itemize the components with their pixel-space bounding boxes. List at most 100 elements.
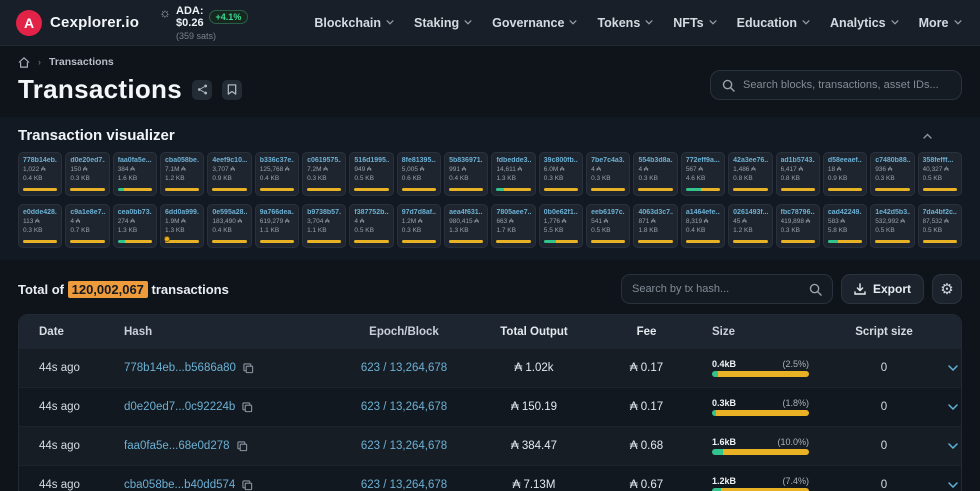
header-script-size[interactable]: Script size bbox=[824, 326, 944, 338]
tx-card[interactable]: cea0bb73... 274 ₳ 1.3 KB bbox=[113, 204, 157, 248]
tx-card[interactable]: c9a1e8e7... 4 ₳ 0.7 KB bbox=[65, 204, 109, 248]
tx-card[interactable]: 778b14eb... 1,022 ₳ 0.4 KB bbox=[18, 152, 62, 196]
tx-card[interactable]: b336c37e... 125,768 ₳ 0.4 KB bbox=[255, 152, 299, 196]
tx-card-size: 0.4 KB bbox=[260, 175, 294, 182]
export-button[interactable]: Export bbox=[841, 274, 924, 304]
header-epoch-block[interactable]: Epoch/Block bbox=[339, 326, 469, 338]
tx-card[interactable]: 42a3ee76... 1,486 ₳ 0.8 KB bbox=[728, 152, 772, 196]
tx-card[interactable]: b9738b57... 3,704 ₳ 1.1 KB bbox=[302, 204, 346, 248]
tx-card[interactable]: eeb6197c... 541 ₳ 0.5 KB bbox=[586, 204, 630, 248]
tx-card-token-dot-icon bbox=[164, 236, 170, 242]
tx-card[interactable]: 7805aee7... 663 ₳ 1.7 KB bbox=[491, 204, 535, 248]
tx-card-hash: aea4f631... bbox=[449, 209, 483, 216]
nav-menu-item[interactable]: Governance bbox=[484, 10, 585, 36]
epoch-block-link[interactable]: 623 / 13,264,678 bbox=[361, 440, 447, 452]
tx-card[interactable]: cba058be... 7.1M ₳ 1.2 KB bbox=[160, 152, 204, 196]
ada-price-widget[interactable]: ☼ ADA: $0.26 +4.1% (359 sats) bbox=[159, 5, 248, 41]
global-search-input[interactable] bbox=[743, 79, 950, 91]
tx-card[interactable]: 39c800fb... 6.0M ₳ 0.3 KB bbox=[539, 152, 583, 196]
nav-menu-item[interactable]: Tokens bbox=[589, 10, 661, 36]
tx-card-size-bar bbox=[307, 188, 341, 191]
tx-card[interactable]: cad42249... 583 ₳ 5.8 KB bbox=[823, 204, 867, 248]
transactions-table: Date Hash Epoch/Block Total Output Fee S… bbox=[18, 314, 962, 491]
cell-script-size: 0 bbox=[824, 440, 944, 452]
expand-row-chevron-icon[interactable] bbox=[944, 404, 961, 410]
tx-hash-search-input[interactable] bbox=[632, 283, 801, 295]
global-search[interactable] bbox=[710, 70, 962, 100]
tx-card[interactable]: 7da4bf2c... 87,532 ₳ 0.5 KB bbox=[918, 204, 962, 248]
tx-card[interactable]: fbc78796... 419,898 ₳ 0.3 KB bbox=[776, 204, 820, 248]
tx-card[interactable]: 5b836971... 991 ₳ 0.4 KB bbox=[444, 152, 488, 196]
expand-row-chevron-icon[interactable] bbox=[944, 365, 961, 371]
tx-card-size: 0.5 KB bbox=[875, 227, 909, 234]
tx-card[interactable]: e0dde428... 113 ₳ 0.3 KB bbox=[18, 204, 62, 248]
collapse-chevron-up-icon[interactable] bbox=[893, 131, 962, 141]
tx-card[interactable]: d58eeaef... 18 ₳ 0.9 KB bbox=[823, 152, 867, 196]
share-button[interactable] bbox=[192, 80, 212, 100]
tx-card-size-bar bbox=[733, 240, 767, 243]
epoch-block-link[interactable]: 623 / 13,264,678 bbox=[361, 362, 447, 374]
tx-card-size: 0.5 KB bbox=[591, 227, 625, 234]
tx-card[interactable]: 0b0e62f1... 1,776 ₳ 5.5 KB bbox=[539, 204, 583, 248]
header-hash[interactable]: Hash bbox=[124, 326, 339, 338]
bookmark-button[interactable] bbox=[222, 80, 242, 100]
page-title: Transactions bbox=[18, 74, 182, 105]
epoch-block-link[interactable]: 623 / 13,264,678 bbox=[361, 479, 447, 491]
header-date[interactable]: Date bbox=[19, 326, 124, 338]
tx-card[interactable]: 1e42d5b3... 532,992 ₳ 0.5 KB bbox=[870, 204, 914, 248]
tx-hash-search[interactable] bbox=[621, 274, 833, 304]
tx-hash-link[interactable]: d0e20ed7...0c92224b bbox=[124, 401, 235, 413]
tx-card[interactable]: ad1b5743... 6,417 ₳ 0.8 KB bbox=[776, 152, 820, 196]
copy-icon[interactable] bbox=[242, 480, 253, 491]
tx-card[interactable]: aea4f631... 980,415 ₳ 1.3 KB bbox=[444, 204, 488, 248]
table-settings-button[interactable]: ⚙ bbox=[932, 274, 962, 304]
tx-card[interactable]: 0e595a28... 183,490 ₳ 0.4 KB bbox=[207, 204, 251, 248]
nav-menu-item[interactable]: Blockchain bbox=[306, 10, 402, 36]
tx-hash-link[interactable]: cba058be...b40dd574 bbox=[124, 479, 235, 491]
tx-card-size-bar bbox=[70, 188, 104, 191]
epoch-block-link[interactable]: 623 / 13,264,678 bbox=[361, 401, 447, 413]
tx-hash-link[interactable]: 778b14eb...b5686a80 bbox=[124, 362, 236, 374]
tx-card[interactable]: 4063d3c7... 871 ₳ 1.8 KB bbox=[633, 204, 677, 248]
nav-menu-item[interactable]: Staking bbox=[406, 10, 480, 36]
tx-card[interactable]: 4eef9c10... 3,707 ₳ 0.9 KB bbox=[207, 152, 251, 196]
tx-card[interactable]: c7480b88... 936 ₳ 0.3 KB bbox=[870, 152, 914, 196]
tx-card[interactable]: c0619575... 7.2M ₳ 0.3 KB bbox=[302, 152, 346, 196]
expand-row-chevron-icon[interactable] bbox=[944, 482, 961, 488]
expand-row-chevron-icon[interactable] bbox=[944, 443, 961, 449]
copy-icon[interactable] bbox=[237, 441, 248, 452]
tx-card[interactable]: fdbedde3... 14,611 ₳ 1.3 KB bbox=[491, 152, 535, 196]
tx-card-size: 1.1 KB bbox=[260, 227, 294, 234]
tx-card[interactable]: 6dd0a999... 1.9M ₳ 1.3 KB bbox=[160, 204, 204, 248]
copy-icon[interactable] bbox=[243, 363, 254, 374]
tx-card[interactable]: a1464efe... 8,319 ₳ 0.4 KB bbox=[681, 204, 725, 248]
main-nav: Blockchain Staking Governance To bbox=[306, 10, 969, 36]
nav-menu-item[interactable]: Education bbox=[729, 10, 818, 36]
tx-card[interactable]: 772eff9a... 567 ₳ 4.6 KB bbox=[681, 152, 725, 196]
tx-card-hash: cad42249... bbox=[828, 209, 862, 216]
tx-card[interactable]: f387752b... 4 ₳ 0.5 KB bbox=[349, 204, 393, 248]
tx-card-size-bar bbox=[118, 240, 152, 243]
nav-menu-item[interactable]: NFTs bbox=[665, 10, 724, 36]
nav-menu-item[interactable]: More bbox=[911, 10, 970, 36]
tx-card[interactable]: 97d7d8af... 1.2M ₳ 0.3 KB bbox=[397, 204, 441, 248]
tx-card[interactable]: d0e20ed7... 150 ₳ 0.3 KB bbox=[65, 152, 109, 196]
tx-card-size-bar bbox=[544, 188, 578, 191]
header-size[interactable]: Size bbox=[694, 326, 824, 338]
brand-name: Cexplorer.io bbox=[50, 14, 139, 31]
home-icon[interactable] bbox=[18, 57, 30, 68]
tx-hash-link[interactable]: faa0fa5e...68e0d278 bbox=[124, 440, 230, 452]
tx-card[interactable]: 516d1995... 949 ₳ 0.5 KB bbox=[349, 152, 393, 196]
tx-card[interactable]: 7be7c4a3... 4 ₳ 0.3 KB bbox=[586, 152, 630, 196]
copy-icon[interactable] bbox=[242, 402, 253, 413]
tx-card[interactable]: 0261493f... 45 ₳ 1.2 KB bbox=[728, 204, 772, 248]
tx-card[interactable]: 554b3d8a... 4 ₳ 0.3 KB bbox=[633, 152, 677, 196]
tx-card[interactable]: 9a766dea... 619,279 ₳ 1.1 KB bbox=[255, 204, 299, 248]
header-fee[interactable]: Fee bbox=[599, 326, 694, 338]
tx-card[interactable]: 358fefff... 40,327 ₳ 0.5 KB bbox=[918, 152, 962, 196]
brand-logo-link[interactable]: A Cexplorer.io bbox=[16, 10, 139, 36]
tx-card[interactable]: 8fe81395... 5,005 ₳ 0.6 KB bbox=[397, 152, 441, 196]
header-total-output[interactable]: Total Output bbox=[469, 326, 599, 338]
tx-card[interactable]: faa0fa5e... 384 ₳ 1.6 KB bbox=[113, 152, 157, 196]
nav-menu-item[interactable]: Analytics bbox=[822, 10, 907, 36]
